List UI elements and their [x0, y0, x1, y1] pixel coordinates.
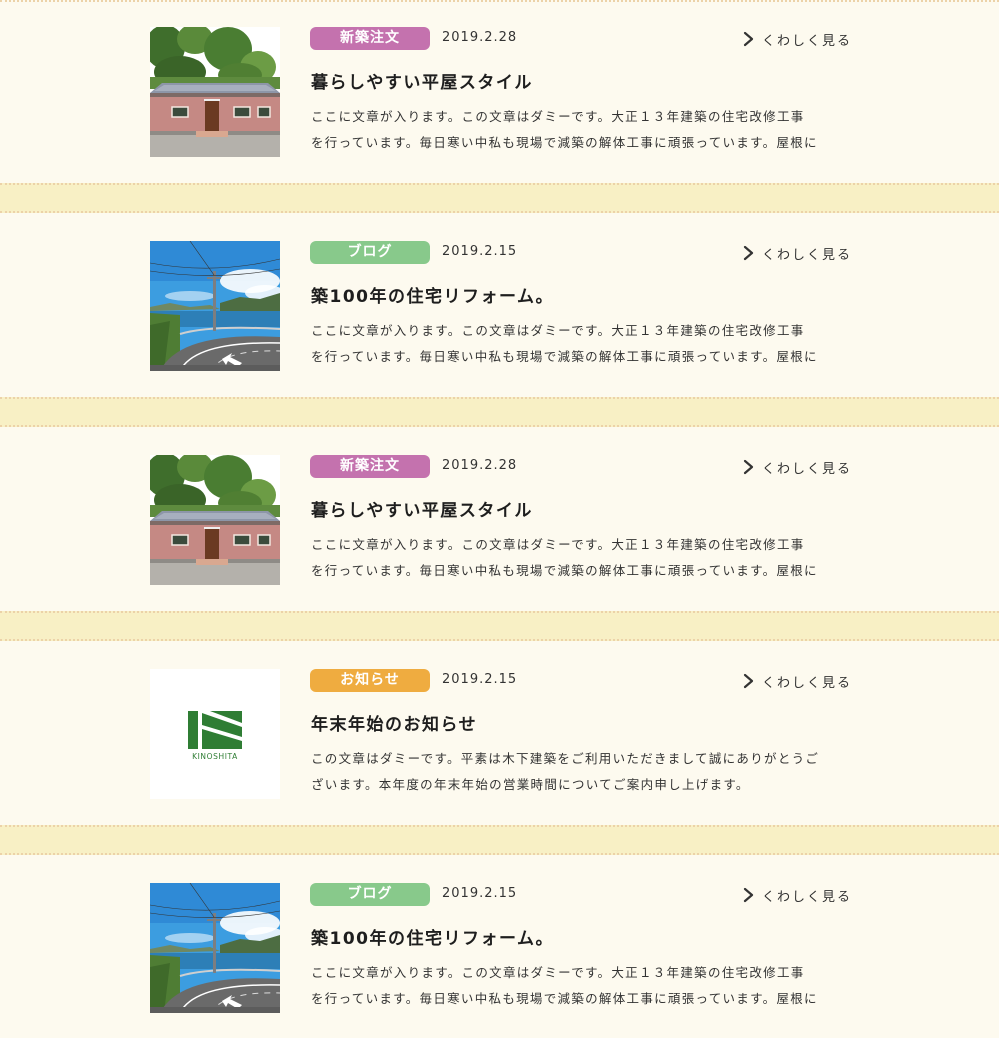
- news-item: ブログ 2019.2.15 くわしく見る築100年の住宅リフォーム。ここに文章が入り…: [0, 241, 999, 371]
- category-badge[interactable]: ブログ: [310, 883, 430, 906]
- post-date: 2019.2.15: [442, 244, 518, 259]
- category-badge[interactable]: 新築注文: [310, 27, 430, 50]
- excerpt-line: を行っています。毎日寒い中私も現場で減築の解体工事に頑張っています。屋根に: [311, 990, 818, 1006]
- post-date: 2019.2.28: [442, 30, 518, 45]
- post-date: 2019.2.28: [442, 458, 518, 473]
- separator-band: [0, 825, 999, 855]
- post-excerpt: ここに文章が入ります。この文章はダミーです。大正１３年建築の住宅改修工事 を行って…: [311, 104, 856, 155]
- excerpt-line: ここに文章が入ります。この文章はダミーです。大正１３年建築の住宅改修工事: [311, 965, 805, 980]
- category-badge[interactable]: ブログ: [310, 241, 430, 264]
- excerpt-line: ざいます。本年度の年末年始の営業時間についてご案内申し上げます。: [311, 776, 750, 792]
- news-item: 新築注文 2019.2.28 くわしく見る暮らしやすい平屋スタイルここに文章が入りま…: [0, 455, 999, 585]
- read-more-link[interactable]: くわしく見る: [742, 29, 852, 49]
- excerpt-line: を行っています。毎日寒い中私も現場で減築の解体工事に頑張っています。屋根に: [311, 562, 818, 578]
- read-more-link[interactable]: くわしく見る: [742, 457, 852, 477]
- excerpt-line: ここに文章が入ります。この文章はダミーです。大正１３年建築の住宅改修工事: [311, 537, 805, 552]
- chevron-right-icon: [742, 459, 756, 475]
- top-dotted-border: [0, 0, 999, 2]
- chevron-right-icon: [742, 31, 756, 47]
- category-badge[interactable]: 新築注文: [310, 455, 430, 478]
- read-more-link[interactable]: くわしく見る: [742, 885, 852, 905]
- chevron-right-icon: [742, 673, 756, 689]
- post-title[interactable]: 年末年始のお知らせ: [311, 713, 477, 737]
- separator-band: [0, 397, 999, 427]
- read-more-label: くわしく見る: [762, 33, 853, 49]
- excerpt-line: ここに文章が入ります。この文章はダミーです。大正１３年建築の住宅改修工事: [311, 109, 805, 124]
- post-thumbnail[interactable]: [150, 27, 280, 157]
- read-more-link[interactable]: くわしく見る: [742, 243, 852, 263]
- news-item: 新築注文 2019.2.28 くわしく見る暮らしやすい平屋スタイルここに文章が入りま…: [0, 27, 999, 157]
- post-thumbnail[interactable]: KINOSHITA: [150, 669, 280, 799]
- news-item: KINOSHITA お知らせ 2019.2.15 くわしく見る年末年始のお知らせこの文…: [0, 669, 999, 799]
- excerpt-line: を行っています。毎日寒い中私も現場で減築の解体工事に頑張っています。屋根に: [311, 134, 818, 150]
- logo-text: KINOSHITA: [192, 752, 238, 761]
- category-badge[interactable]: お知らせ: [310, 669, 430, 692]
- post-excerpt: ここに文章が入ります。この文章はダミーです。大正１３年建築の住宅改修工事 を行って…: [311, 960, 856, 1011]
- post-thumbnail[interactable]: [150, 241, 280, 371]
- excerpt-line: を行っています。毎日寒い中私も現場で減築の解体工事に頑張っています。屋根に: [311, 348, 818, 364]
- post-thumbnail[interactable]: [150, 883, 280, 1013]
- excerpt-line: この文章はダミーです。平素は木下建築をご利用いただきまして誠にありがとうご: [311, 751, 820, 766]
- separator-band: [0, 183, 999, 213]
- post-date: 2019.2.15: [442, 672, 518, 687]
- news-item: ブログ 2019.2.15 くわしく見る築100年の住宅リフォーム。ここに文章が入り…: [0, 883, 999, 1013]
- post-thumbnail[interactable]: [150, 455, 280, 585]
- read-more-label: くわしく見る: [762, 675, 853, 691]
- post-excerpt: ここに文章が入ります。この文章はダミーです。大正１３年建築の住宅改修工事 を行って…: [311, 318, 856, 369]
- post-title[interactable]: 築100年の住宅リフォーム。: [311, 285, 554, 309]
- chevron-right-icon: [742, 245, 756, 261]
- read-more-label: くわしく見る: [762, 889, 853, 905]
- read-more-link[interactable]: くわしく見る: [742, 671, 852, 691]
- excerpt-line: ここに文章が入ります。この文章はダミーです。大正１３年建築の住宅改修工事: [311, 323, 805, 338]
- post-excerpt: この文章はダミーです。平素は木下建築をご利用いただきまして誠にありがとうご ざいま…: [311, 746, 856, 797]
- post-excerpt: ここに文章が入ります。この文章はダミーです。大正１３年建築の住宅改修工事 を行って…: [311, 532, 856, 583]
- post-title[interactable]: 築100年の住宅リフォーム。: [311, 927, 554, 951]
- post-date: 2019.2.15: [442, 886, 518, 901]
- separator-band: [0, 611, 999, 641]
- read-more-label: くわしく見る: [762, 247, 853, 263]
- post-title[interactable]: 暮らしやすい平屋スタイル: [311, 71, 533, 95]
- post-title[interactable]: 暮らしやすい平屋スタイル: [311, 499, 533, 523]
- read-more-label: くわしく見る: [762, 461, 853, 477]
- chevron-right-icon: [742, 887, 756, 903]
